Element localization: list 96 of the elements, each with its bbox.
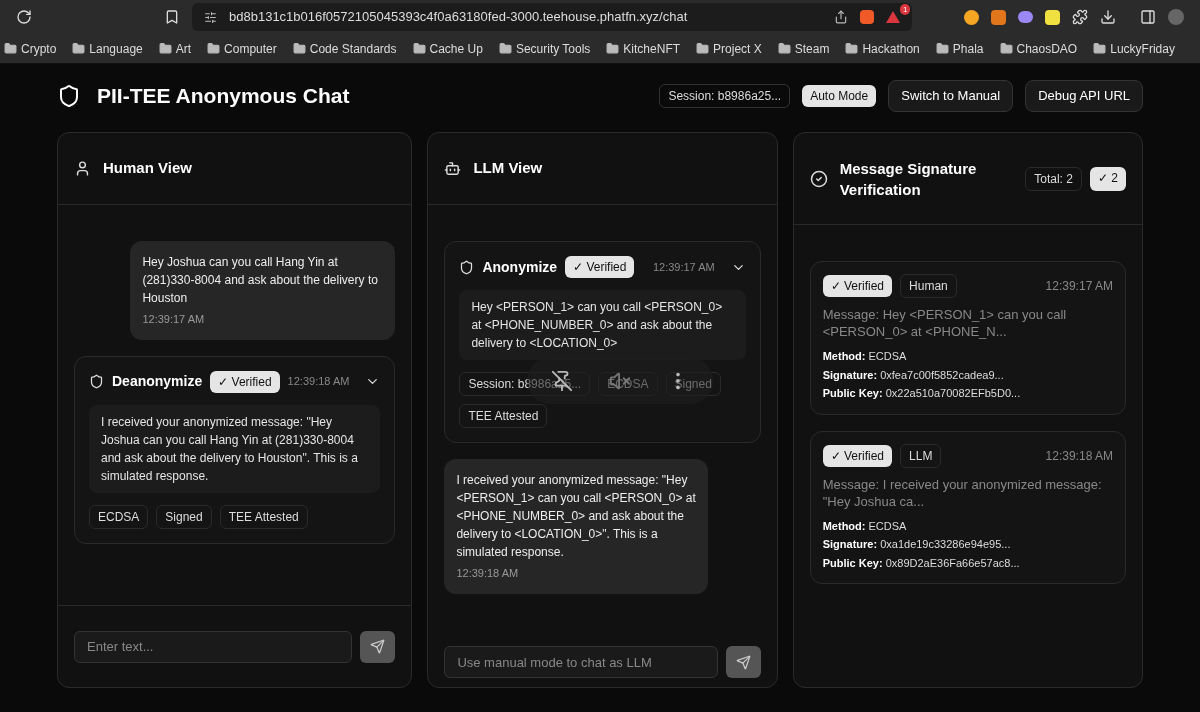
message-preview: Message: I received your anonymized message: "Hey Joshua ca... [822,475,1103,510]
bookmark-folder[interactable]: Code Standards [292,39,397,58]
signature-field: Signature: 0xfea7c00f5852cadea9... [822,366,1113,383]
verified-badge: ✓ Verified [565,256,635,278]
folder-icon [999,42,1013,55]
folder-icon [412,42,426,55]
verified-badge: ✓ Verified [822,444,893,467]
bookmark-folder[interactable]: Project X [696,39,762,58]
bookmark-folder[interactable]: LuckyFriday [1093,39,1175,58]
timestamp: 12:39:18 AM [1045,447,1113,465]
timestamp: 12:39:17 AM [652,259,715,275]
folder-icon [1093,42,1107,55]
folder-icon [4,42,17,55]
bot-icon [444,160,462,177]
site-settings-icon[interactable] [204,10,217,24]
timestamp: 12:39:18 AM [456,566,520,581]
reload-icon[interactable] [16,9,32,25]
card-title: Anonymize [482,257,558,277]
extension-icon[interactable] [1018,11,1033,23]
bookmark-folder[interactable]: KitcheNFT [606,39,681,58]
extension-icon[interactable] [1045,9,1060,25]
signature-field: Method: ECDSA [822,517,1113,534]
timestamp: 12:39:17 AM [1045,278,1113,295]
shield-icon [459,259,475,275]
folder-icon [935,42,949,55]
message-input[interactable]: Use manual mode to chat as LLM [444,646,718,678]
header-button[interactable]: Debug API URL [1025,80,1143,112]
bookmark-folder[interactable]: Hackathon [845,39,920,58]
mode-badge: Auto Mode [802,85,877,107]
signature-field: Method: ECDSA [822,348,1113,365]
tag: Signed [156,504,212,529]
tag: ECDSA [89,504,149,529]
signature-field: Public Key: 0x22a510a70082EFb5D0... [822,385,1113,402]
bookmark-folder[interactable]: Language [72,39,143,58]
send-button[interactable] [725,646,761,678]
tag: TEE Attested [459,404,548,428]
sidebar-icon[interactable] [1140,9,1156,25]
send-icon [370,639,386,654]
panel-title: LLM View [473,158,543,179]
profile-icon[interactable] [1168,9,1184,25]
shield-icon [57,84,81,108]
timestamp: 12:39:18 AM [287,374,350,390]
signature-field: Public Key: 0x89D2aE36Fa66e57ac8... [822,554,1113,571]
total-badge: Total: 2 [1025,166,1082,191]
message-text: I received your anonymized message: "Hey Joshua can you call Hang Yin at (281)330-8004 and ask about the delivery to Houston". This is a simulated response. [89,404,381,493]
bookmark-folder[interactable]: ChaosDAO [999,39,1078,58]
bookmark-folder[interactable]: Steam [777,39,830,58]
header-button[interactable]: Switch to Manual [888,80,1014,112]
bookmark-folder[interactable]: Computer [207,39,277,58]
folder-icon [845,42,859,55]
tag: TEE Attested [219,504,308,529]
download-icon[interactable] [1100,9,1116,25]
folder-icon [292,42,306,55]
signature-field: Signature: 0xa1de19c33286e94e95... [822,536,1113,553]
bookmark-folder[interactable]: Security Tools [498,39,591,58]
message-text: Hey <PERSON_1> can you call <PERSON_0> at <PHONE_NUMBER_0> and ask about the delivery to <LOCATION_0> [459,290,746,360]
user-icon [74,160,91,177]
url-text: bd8b131c1b016f0572105045393c4f0a63180fed-3000.teehouse.phatfn.xyz/chat [229,8,688,27]
check-circle-icon [809,169,828,188]
tag: Signed [665,372,721,396]
folder-icon [498,42,512,55]
message-input[interactable]: Enter text... [74,630,353,663]
message-preview: Message: Hey <PERSON_1> can you call <PERSON_0> at <PHONE_N... [822,306,1068,340]
bookmark-folder[interactable]: Art [158,39,192,58]
folder-icon [158,42,172,55]
panel-title: Message Signature Verification [839,158,978,200]
send-button[interactable] [360,630,396,663]
verified-badge: ✓ Verified [822,275,893,297]
folder-icon [72,42,86,55]
folder-icon [606,42,620,55]
card-title: Deanonymize [112,372,203,391]
shield-icon [89,374,104,389]
address-bar[interactable]: bd8b131c1b016f0572105045393c4f0a63180fed-3000.teehouse.phatfn.xyz/chat 1 [192,3,912,31]
folder-icon [207,42,221,55]
session-badge: Session: b8986a25... [659,84,791,108]
bookmark-folder[interactable]: Cache Up [412,39,483,58]
extension-icon[interactable] [991,9,1006,25]
message-text: I received your anonymized message: "Hey <PERSON_1> can you call <PERSON_0> at <PHONE_NUMBER_0> and ask about the delivery to <LOCATION_0>". This is a simulated response. [456,472,697,561]
verified-badge: ✓ Verified [210,370,280,393]
folder-icon [696,42,710,55]
bookmark-folder[interactable]: Phala [935,39,984,58]
app-title: PII-TEE Anonymous Chat [97,83,350,110]
bookmark-icon[interactable] [164,9,180,25]
message-text: Hey Joshua can you call Hang Yin at (281)330-8004 and ask about the delivery to Houston [142,254,379,307]
timestamp: 12:39:17 AM [142,312,206,327]
source-badge: LLM [900,443,942,468]
send-icon [735,654,751,670]
folder-icon [777,42,791,55]
puzzle-icon[interactable] [1072,9,1088,25]
extension-icon[interactable] [964,9,979,25]
bookmark-folder[interactable]: Crypto [4,39,57,58]
verified-count-badge: ✓ 2 [1089,166,1126,191]
share-icon[interactable] [834,10,848,24]
notification-badge: 1 [900,4,911,15]
panel-title: Human View [103,158,192,179]
source-badge: Human [900,274,957,298]
